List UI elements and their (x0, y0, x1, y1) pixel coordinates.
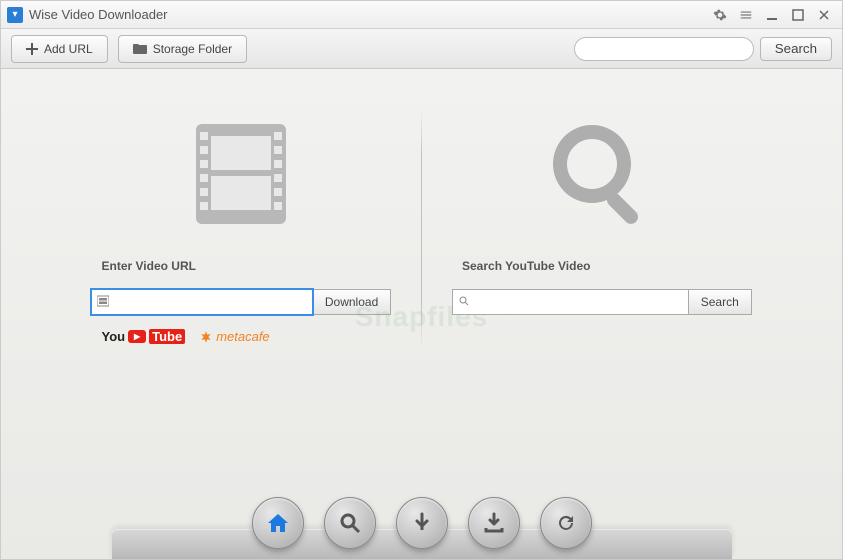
dock-home-button[interactable] (252, 497, 304, 549)
film-icon (176, 109, 306, 239)
supported-sources: You▶Tube metacafe (102, 329, 270, 344)
search-large-icon (537, 109, 667, 239)
minimize-icon (766, 9, 778, 21)
storage-folder-label: Storage Folder (153, 42, 232, 56)
plus-icon (26, 43, 38, 55)
folder-icon (133, 43, 147, 55)
close-button[interactable] (812, 6, 836, 24)
app-icon: ▾ (7, 7, 23, 23)
dock (1, 479, 842, 559)
youtube-logo: You▶Tube (102, 329, 186, 344)
youtube-search-input[interactable] (452, 289, 689, 315)
panel-divider (421, 109, 422, 349)
content-area: Snapfiles Enter Video URL (1, 69, 842, 559)
maximize-icon (792, 9, 804, 21)
toolbar: Add URL Storage Folder Search (1, 29, 842, 69)
dock-download-tray-button[interactable] (468, 497, 520, 549)
gear-icon (713, 8, 727, 22)
minimize-button[interactable] (760, 6, 784, 24)
search-panel: Search YouTube Video Search (432, 109, 772, 349)
settings-button[interactable] (708, 6, 732, 24)
download-button[interactable]: Download (313, 289, 391, 315)
titlebar: ▾ Wise Video Downloader (1, 1, 842, 29)
add-url-label: Add URL (44, 42, 93, 56)
download-tray-icon (482, 511, 506, 535)
search-icon (338, 511, 362, 535)
storage-folder-button[interactable]: Storage Folder (118, 35, 247, 63)
maximize-button[interactable] (786, 6, 810, 24)
youtube-play-icon: ▶ (128, 330, 146, 343)
toolbar-search-group: Search (574, 37, 832, 61)
youtube-search-button[interactable]: Search (689, 289, 752, 315)
dock-buttons (252, 497, 592, 549)
menu-button[interactable] (734, 6, 758, 24)
download-arrow-icon (410, 511, 434, 535)
refresh-icon (554, 511, 578, 535)
toolbar-search-input[interactable] (574, 37, 754, 61)
menu-icon (739, 8, 753, 22)
url-input[interactable] (91, 289, 313, 315)
home-icon (266, 511, 290, 535)
toolbar-search-button[interactable]: Search (760, 37, 832, 61)
dock-refresh-button[interactable] (540, 497, 592, 549)
metacafe-icon (199, 330, 213, 344)
url-panel-heading: Enter Video URL (102, 259, 196, 273)
url-panel: Enter Video URL Download You▶Tube (72, 109, 412, 349)
dock-download-button[interactable] (396, 497, 448, 549)
dock-search-button[interactable] (324, 497, 376, 549)
search-input-row: Search (452, 289, 752, 315)
app-title: Wise Video Downloader (29, 7, 168, 22)
panels: Enter Video URL Download You▶Tube (72, 109, 772, 349)
search-panel-heading: Search YouTube Video (462, 259, 590, 273)
metacafe-logo: metacafe (199, 329, 269, 344)
close-icon (818, 9, 830, 21)
app-window: ▾ Wise Video Downloader Add URL Storage … (0, 0, 843, 560)
add-url-button[interactable]: Add URL (11, 35, 108, 63)
url-input-row: Download (91, 289, 391, 315)
